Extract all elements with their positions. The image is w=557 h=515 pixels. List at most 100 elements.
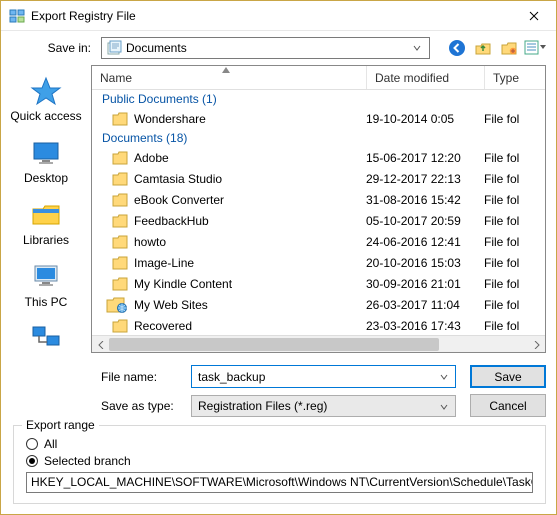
- item-date: 24-06-2016 12:41: [366, 235, 484, 249]
- cancel-button-label: Cancel: [489, 399, 526, 413]
- scroll-thumb[interactable]: [109, 338, 439, 351]
- place-desktop[interactable]: Desktop: [1, 133, 91, 193]
- place-label: Libraries: [23, 233, 69, 247]
- folder-icon: [112, 319, 128, 333]
- window-title: Export Registry File: [31, 9, 511, 23]
- item-date: 23-03-2016 17:43: [366, 319, 484, 333]
- sort-asc-icon: [222, 67, 230, 73]
- file-list-body[interactable]: Public Documents (1) Wondershare 19-10-2…: [92, 90, 545, 335]
- list-item[interactable]: eBook Converter31-08-2016 15:42File fol: [92, 189, 545, 210]
- item-date: 20-10-2016 15:03: [366, 256, 484, 270]
- col-date[interactable]: Date modified: [366, 66, 484, 89]
- list-item[interactable]: Adobe 15-06-2017 12:20File fol: [92, 147, 545, 168]
- file-name-value: task_backup: [198, 370, 265, 384]
- branch-path-value: HKEY_LOCAL_MACHINE\SOFTWARE\Microsoft\Wi…: [31, 475, 533, 489]
- list-item[interactable]: Image-Line20-10-2016 15:03File fol: [92, 252, 545, 273]
- documents-folder-icon: [106, 40, 122, 56]
- place-label: This PC: [25, 295, 68, 309]
- list-item[interactable]: Camtasia Studio29-12-2017 22:13File fol: [92, 168, 545, 189]
- back-icon: [448, 39, 466, 57]
- radio-selected-branch[interactable]: Selected branch: [26, 454, 537, 468]
- radio-selected-label: Selected branch: [44, 454, 131, 468]
- new-folder-button[interactable]: [498, 37, 520, 59]
- folder-icon: [112, 214, 128, 228]
- column-headers: Name Date modified Type: [92, 66, 545, 90]
- network-icon: [30, 323, 62, 355]
- group-documents[interactable]: Documents (18): [92, 129, 545, 147]
- close-button[interactable]: [511, 1, 556, 31]
- item-date: 26-03-2017 11:04: [366, 298, 484, 312]
- scroll-right-button[interactable]: [528, 336, 545, 353]
- item-name: My Web Sites: [134, 298, 208, 312]
- folder-icon: [112, 256, 128, 270]
- group-public-documents[interactable]: Public Documents (1): [92, 90, 545, 108]
- place-label: Quick access: [10, 109, 81, 123]
- place-quick-access[interactable]: Quick access: [1, 71, 91, 131]
- list-item[interactable]: My Web Sites 26-03-2017 11:04File fol: [92, 294, 545, 315]
- item-type: File fol: [484, 298, 545, 312]
- folder-icon: [112, 112, 128, 126]
- libraries-icon: [30, 199, 62, 231]
- app-icon: [9, 8, 25, 24]
- folder-icon: [112, 151, 128, 165]
- chevron-down-icon[interactable]: [435, 368, 453, 386]
- back-button[interactable]: [446, 37, 468, 59]
- item-date: 19-10-2014 0:05: [366, 112, 484, 126]
- save-in-dropdown[interactable]: Documents: [101, 37, 430, 59]
- save-as-type-label: Save as type:: [1, 399, 191, 413]
- branch-path-input[interactable]: HKEY_LOCAL_MACHINE\SOFTWARE\Microsoft\Wi…: [26, 472, 533, 493]
- item-type: File fol: [484, 277, 545, 291]
- save-in-value: Documents: [126, 41, 409, 55]
- list-item[interactable]: FeedbackHub05-10-2017 20:59File fol: [92, 210, 545, 231]
- cancel-button[interactable]: Cancel: [470, 394, 546, 417]
- list-item[interactable]: My Kindle Content30-09-2016 21:01File fo…: [92, 273, 545, 294]
- bottom-controls: File name: task_backup Save Save as type…: [1, 357, 556, 425]
- item-date: 30-09-2016 21:01: [366, 277, 484, 291]
- place-network[interactable]: Network: [1, 319, 91, 357]
- this-pc-icon: [30, 261, 62, 293]
- up-one-level-button[interactable]: [472, 37, 494, 59]
- place-this-pc[interactable]: This PC: [1, 257, 91, 317]
- quick-access-icon: [30, 75, 62, 107]
- radio-icon: [26, 455, 38, 467]
- list-item[interactable]: Wondershare 19-10-2014 0:05 File fol: [92, 108, 545, 129]
- item-date: 05-10-2017 20:59: [366, 214, 484, 228]
- item-name: FeedbackHub: [134, 214, 209, 228]
- toolbar-icons: [446, 37, 546, 59]
- list-item[interactable]: Recovered23-03-2016 17:43File fol: [92, 315, 545, 335]
- item-name: Adobe: [134, 151, 169, 165]
- view-menu-button[interactable]: [524, 37, 546, 59]
- save-as-type-value: Registration Files (*.reg): [198, 399, 327, 413]
- col-type[interactable]: Type: [484, 66, 545, 89]
- place-libraries[interactable]: Libraries: [1, 195, 91, 255]
- item-name: Camtasia Studio: [134, 172, 222, 186]
- item-date: 31-08-2016 15:42: [366, 193, 484, 207]
- item-type: File fol: [484, 193, 545, 207]
- radio-icon: [26, 438, 38, 450]
- chevron-down-icon: [409, 38, 425, 58]
- item-type: File fol: [484, 256, 545, 270]
- save-button[interactable]: Save: [470, 365, 546, 388]
- list-item[interactable]: howto24-06-2016 12:41File fol: [92, 231, 545, 252]
- folder-up-icon: [474, 39, 492, 57]
- file-name-input[interactable]: task_backup: [191, 365, 456, 388]
- folder-icon: [112, 172, 128, 186]
- item-date: 29-12-2017 22:13: [366, 172, 484, 186]
- radio-all[interactable]: All: [26, 437, 537, 451]
- item-name: Recovered: [134, 319, 192, 333]
- radio-all-label: All: [44, 437, 57, 451]
- chevron-down-icon: [435, 398, 453, 416]
- item-name: howto: [134, 235, 166, 249]
- file-list: Name Date modified Type Public Documents…: [91, 65, 546, 353]
- horizontal-scrollbar[interactable]: [92, 335, 545, 352]
- desktop-icon: [30, 137, 62, 169]
- export-range-title: Export range: [22, 418, 99, 432]
- folder-icon: [112, 277, 128, 291]
- item-type: File fol: [484, 112, 545, 126]
- item-date: 15-06-2017 12:20: [366, 151, 484, 165]
- item-type: File fol: [484, 151, 545, 165]
- folder-icon: [112, 235, 128, 249]
- place-label: Desktop: [24, 171, 68, 185]
- scroll-left-button[interactable]: [92, 336, 109, 353]
- save-as-type-dropdown[interactable]: Registration Files (*.reg): [191, 395, 456, 417]
